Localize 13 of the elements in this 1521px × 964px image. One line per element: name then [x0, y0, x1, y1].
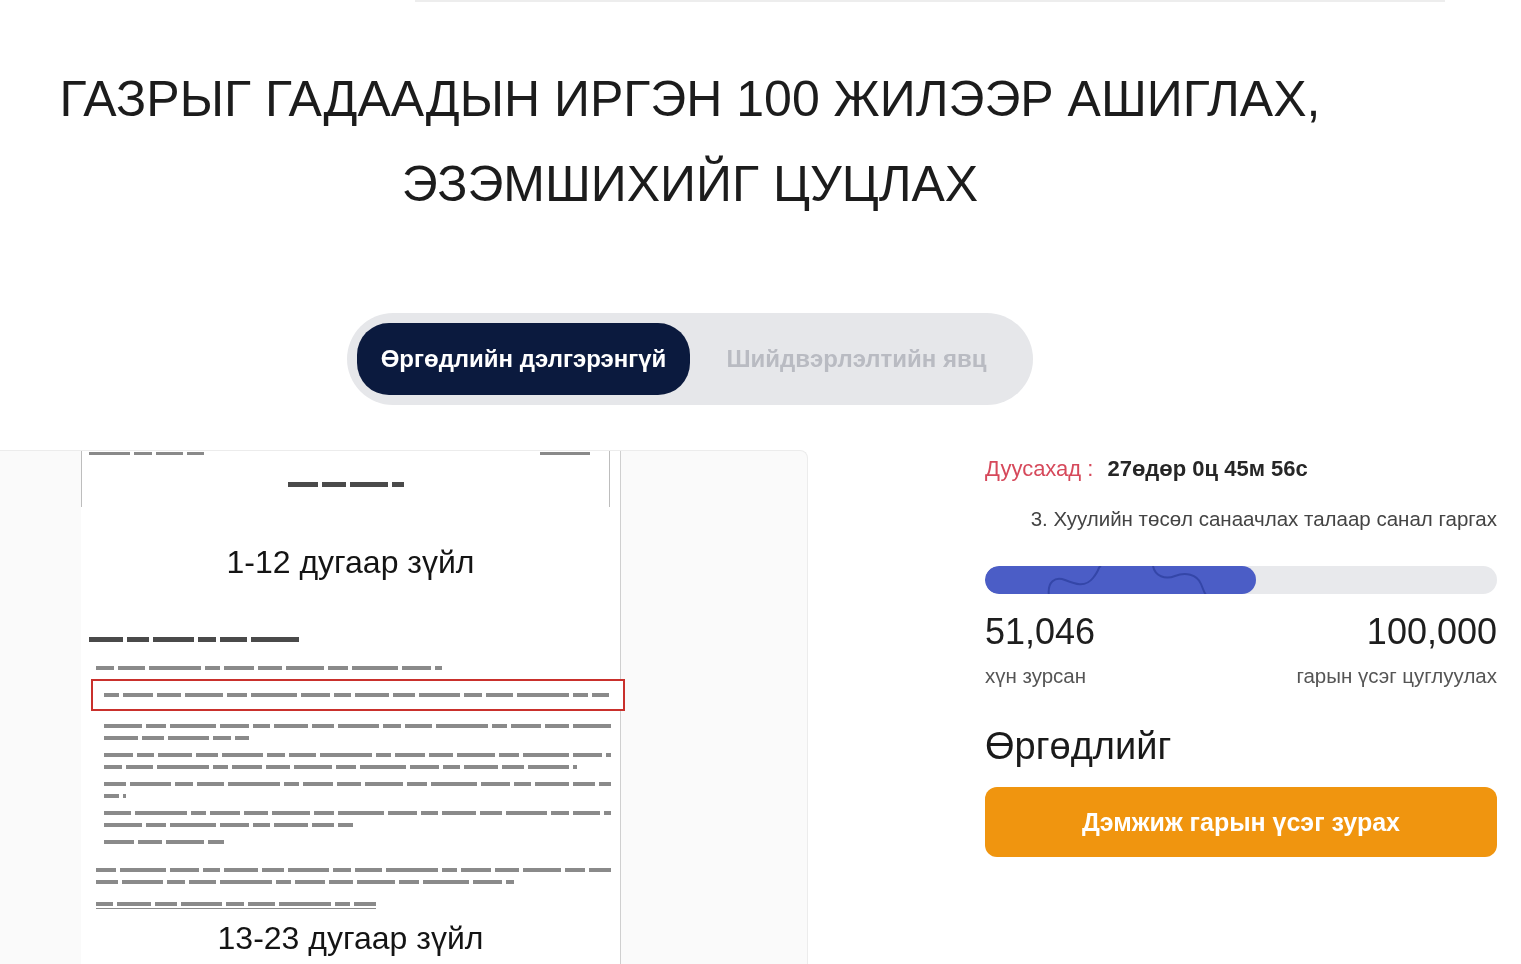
sign-button[interactable]: Дэмжиж гарын үсэг зурах [985, 787, 1497, 857]
category-text: 3. Хуулийн төсөл санаачлах талаар санал гаргах [1030, 507, 1497, 531]
tab[interactable]: Өргөдлийн дэлгэрэнгүй [357, 323, 690, 395]
deadline-label: Дуусахад : [985, 455, 1094, 483]
page-title: ГАЗРЫГ ГАДААДЫН ИРГЭН 100 ЖИЛЭЭР АШИГЛАХ, ЭЗЭМШИХИЙГ ЦУЦЛАХ [58, 70, 1322, 214]
section-title: Өргөдлийг [985, 724, 1173, 769]
deadline-value: 27өдөр 0ц 45м 56с [1107, 455, 1308, 483]
goal-count: 100,000 [1366, 611, 1497, 653]
section-heading: 13-23 дугаар зүйл [217, 921, 484, 955]
signed-label: хүн зурсан [985, 664, 1087, 688]
goal-label: гарын үсэг цуглуулах [1296, 664, 1497, 688]
section-heading: 1-12 дугаар зүйл [226, 545, 475, 579]
signed-count: 51,046 [985, 611, 1096, 653]
